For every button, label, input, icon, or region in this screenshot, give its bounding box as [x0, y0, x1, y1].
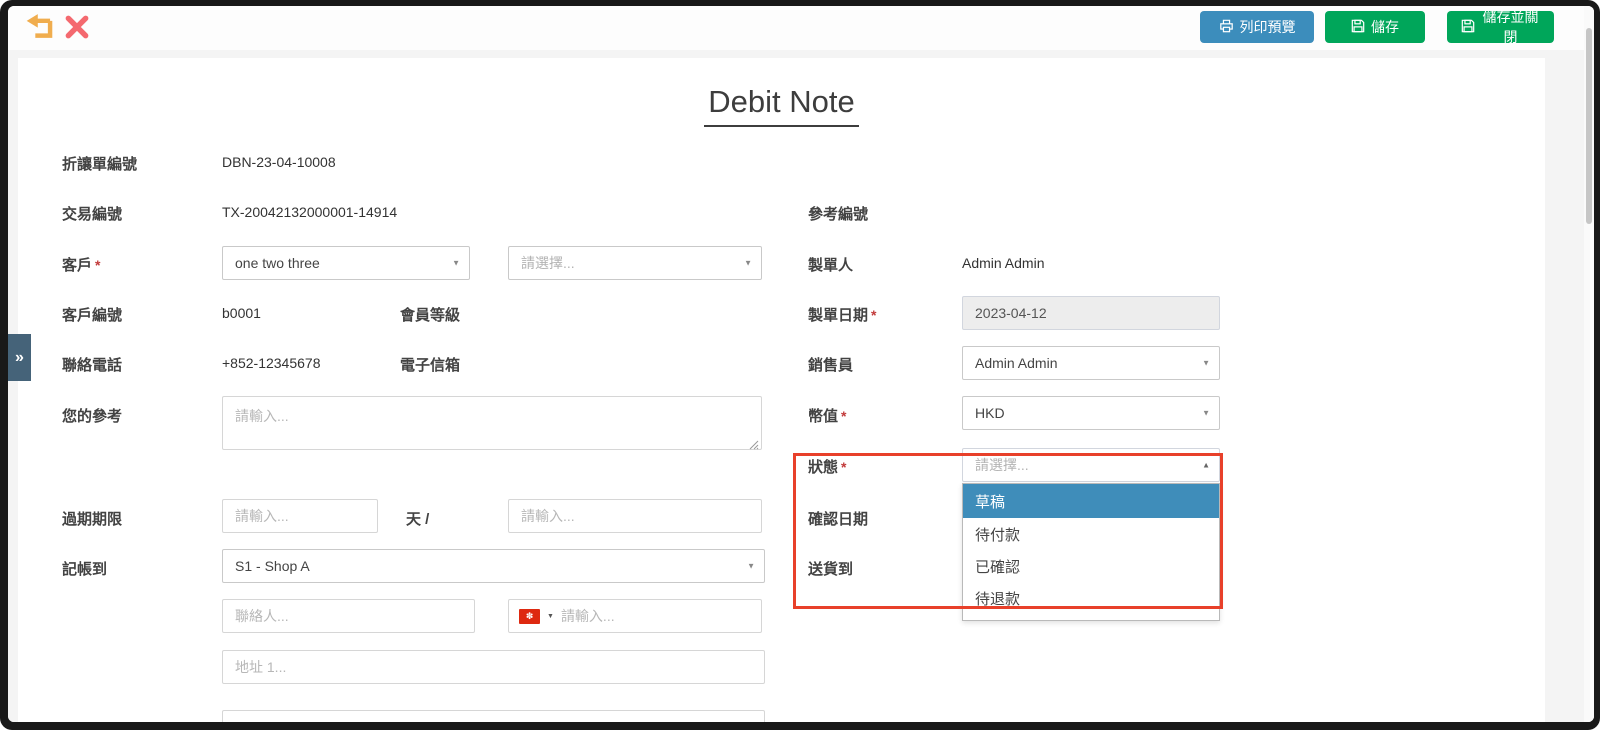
print-preview-label: 列印預覽 — [1239, 19, 1296, 35]
status-label: 狀態 * — [808, 459, 847, 476]
status-option-confirmed[interactable]: 已確認 — [963, 550, 1219, 582]
back-icon[interactable] — [23, 13, 55, 46]
status-select-placeholder: 請選擇... — [975, 457, 1029, 473]
chevrons-right-icon: » — [15, 348, 24, 366]
close-icon[interactable] — [64, 14, 90, 45]
deliver-to-label: 送貨到 — [808, 561, 854, 578]
status-dropdown-menu: 草稿 待付款 已確認 待退款 — [962, 483, 1220, 621]
contact-number-field: ✽ ▼ — [508, 599, 762, 633]
contact-phone-label: 聯絡電話 — [62, 357, 123, 374]
currency-select[interactable]: HKD ▼ — [962, 396, 1220, 430]
vertical-scrollbar[interactable] — [1584, 6, 1594, 722]
contact-phone-value: +852-12345678 — [222, 355, 321, 371]
customer-select[interactable]: one two three ▼ — [222, 246, 470, 280]
created-by-value: Admin Admin — [962, 255, 1045, 271]
status-option-pending-payment[interactable]: 待付款 — [963, 518, 1219, 550]
email-label: 電子信箱 — [400, 357, 461, 374]
save-icon — [1351, 19, 1365, 36]
currency-select-value: HKD — [975, 405, 1005, 421]
hong-kong-flag-icon[interactable]: ✽ — [519, 608, 540, 624]
sidebar-expand-toggle[interactable]: » — [8, 334, 31, 381]
your-reference-label: 您的參考 — [62, 408, 123, 425]
save-icon — [1461, 19, 1475, 36]
created-by-label: 製單人 — [808, 257, 854, 274]
chevron-down-icon: ▼ — [452, 258, 460, 268]
chevron-up-icon: ▲ — [1202, 460, 1210, 470]
debit-note-no-label: 折讓單編號 — [62, 156, 138, 173]
required-asterisk: * — [871, 307, 877, 323]
your-reference-field — [222, 396, 762, 450]
contact-number-input[interactable] — [560, 608, 751, 624]
app-window: 列印預覽 儲存 儲存並關閉 Debit Note 折讓單編號 DBN-23-04… — [8, 6, 1594, 722]
bill-to-label: 記帳到 — [62, 561, 108, 578]
your-reference-textarea[interactable] — [223, 397, 761, 449]
scrollbar-thumb[interactable] — [1586, 28, 1592, 224]
status-select[interactable]: 請選擇... ▲ — [962, 448, 1220, 482]
customer-no-label: 客戶編號 — [62, 307, 123, 324]
printer-icon — [1219, 19, 1234, 36]
doc-date-label: 製單日期 * — [808, 307, 877, 324]
window-frame: 列印預覽 儲存 儲存並關閉 Debit Note 折讓單編號 DBN-23-04… — [0, 0, 1600, 730]
confirm-date-label: 確認日期 — [808, 511, 869, 528]
customer-select-value: one two three — [235, 255, 320, 271]
toolbar: 列印預覽 儲存 儲存並關閉 — [8, 6, 1594, 50]
transaction-no-value: TX-20042132000001-14914 — [222, 204, 398, 220]
overdue-period-label: 過期期限 — [62, 511, 123, 528]
reference-no-label: 參考編號 — [808, 206, 869, 223]
bill-to-select[interactable]: S1 - Shop A ▼ — [222, 549, 765, 583]
required-asterisk: * — [841, 408, 847, 424]
customer-no-value: b0001 — [222, 305, 261, 321]
salesperson-select[interactable]: Admin Admin ▼ — [962, 346, 1220, 380]
customer-secondary-select[interactable]: 請選擇... ▼ — [508, 246, 762, 280]
required-asterisk: * — [95, 257, 101, 273]
contact-person-input[interactable] — [222, 599, 475, 633]
address1-input[interactable] — [222, 650, 765, 684]
member-level-label: 會員等級 — [400, 307, 461, 324]
chevron-down-icon: ▼ — [1202, 358, 1210, 368]
chevron-down-icon: ▼ — [744, 258, 752, 268]
save-button[interactable]: 儲存 — [1325, 11, 1425, 43]
transaction-no-label: 交易編號 — [62, 206, 123, 223]
required-asterisk: * — [841, 459, 847, 475]
bill-to-select-value: S1 - Shop A — [235, 558, 310, 574]
chevron-down-icon[interactable]: ▼ — [547, 613, 554, 620]
save-and-close-button[interactable]: 儲存並關閉 — [1447, 9, 1554, 45]
debit-note-no-value: DBN-23-04-10008 — [222, 154, 336, 170]
form-card: Debit Note 折讓單編號 DBN-23-04-10008 交易編號 TX… — [18, 58, 1545, 722]
save-label: 儲存 — [1371, 19, 1399, 35]
doc-date-input[interactable] — [962, 296, 1220, 330]
status-option-pending-refund[interactable]: 待退款 — [963, 582, 1219, 614]
overdue-date-input[interactable] — [508, 499, 762, 533]
address2-input[interactable] — [222, 710, 765, 722]
customer-secondary-placeholder: 請選擇... — [521, 255, 575, 271]
status-option-draft[interactable]: 草稿 — [963, 484, 1219, 518]
currency-label: 幣值 * — [808, 408, 847, 425]
overdue-unit-label: 天 / — [406, 511, 430, 528]
salesperson-label: 銷售員 — [808, 357, 854, 374]
salesperson-select-value: Admin Admin — [975, 355, 1058, 371]
page-title: Debit Note — [18, 84, 1545, 127]
chevron-down-icon: ▼ — [1202, 408, 1210, 418]
customer-label: 客戶 * — [62, 257, 101, 274]
overdue-days-input[interactable] — [222, 499, 378, 533]
save-and-close-label: 儲存並關閉 — [1482, 9, 1539, 45]
chevron-down-icon: ▼ — [747, 561, 755, 571]
print-preview-button[interactable]: 列印預覽 — [1200, 11, 1314, 43]
